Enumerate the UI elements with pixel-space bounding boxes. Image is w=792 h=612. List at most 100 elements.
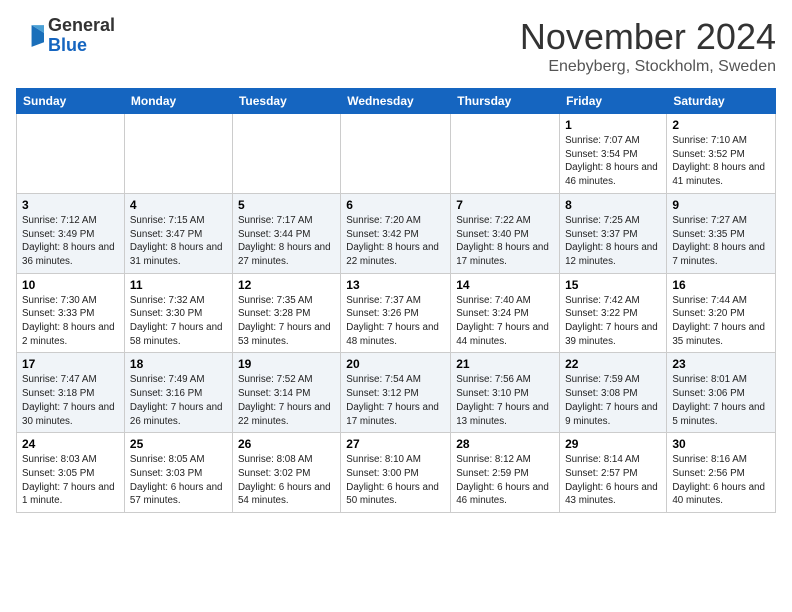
day-info: Sunrise: 7:40 AMSunset: 3:24 PMDaylight:… bbox=[456, 294, 554, 349]
table-row: 11 Sunrise: 7:32 AMSunset: 3:30 PMDayligh… bbox=[124, 273, 232, 353]
day-number: 28 bbox=[456, 437, 554, 451]
day-number: 27 bbox=[346, 437, 445, 451]
calendar-table: Sunday Monday Tuesday Wednesday Thursday… bbox=[16, 88, 776, 513]
day-info: Sunrise: 7:37 AMSunset: 3:26 PMDaylight:… bbox=[346, 294, 445, 349]
table-row: 12 Sunrise: 7:35 AMSunset: 3:28 PMDayligh… bbox=[232, 273, 340, 353]
logo: General Blue bbox=[16, 16, 115, 56]
table-row: 25 Sunrise: 8:05 AMSunset: 3:03 PMDayligh… bbox=[124, 433, 232, 513]
day-number: 15 bbox=[565, 278, 661, 292]
day-number: 30 bbox=[672, 437, 770, 451]
day-info: Sunrise: 7:52 AMSunset: 3:14 PMDaylight:… bbox=[238, 373, 335, 428]
day-number: 14 bbox=[456, 278, 554, 292]
table-row: 4Sunrise: 7:15 AMSunset: 3:47 PMDaylight… bbox=[124, 193, 232, 273]
day-number: 19 bbox=[238, 357, 335, 371]
day-number: 6 bbox=[346, 198, 445, 212]
day-number: 18 bbox=[130, 357, 227, 371]
table-row: 1Sunrise: 7:07 AMSunset: 3:54 PMDaylight… bbox=[560, 114, 667, 194]
page-header: General Blue November 2024 Enebyberg, St… bbox=[16, 16, 776, 76]
day-info: Sunrise: 8:05 AMSunset: 3:03 PMDaylight:… bbox=[130, 453, 227, 508]
weekday-wednesday: Wednesday bbox=[341, 89, 451, 114]
day-info: Sunrise: 7:49 AMSunset: 3:16 PMDaylight:… bbox=[130, 373, 227, 428]
day-info: Sunrise: 7:54 AMSunset: 3:12 PMDaylight:… bbox=[346, 373, 445, 428]
table-row: 16 Sunrise: 7:44 AMSunset: 3:20 PMDayligh… bbox=[667, 273, 776, 353]
title-block: November 2024 Enebyberg, Stockholm, Swed… bbox=[520, 16, 776, 76]
weekday-monday: Monday bbox=[124, 89, 232, 114]
table-row: 27 Sunrise: 8:10 AMSunset: 3:00 PMDayligh… bbox=[341, 433, 451, 513]
day-number: 23 bbox=[672, 357, 770, 371]
day-number: 16 bbox=[672, 278, 770, 292]
table-row: 21 Sunrise: 7:56 AMSunset: 3:10 PMDayligh… bbox=[451, 353, 560, 433]
day-number: 12 bbox=[238, 278, 335, 292]
table-row: 9 Sunrise: 7:27 AMSunset: 3:35 PMDaylight… bbox=[667, 193, 776, 273]
day-info: Sunrise: 8:12 AMSunset: 2:59 PMDaylight:… bbox=[456, 453, 554, 508]
day-info: Sunrise: 7:44 AMSunset: 3:20 PMDaylight:… bbox=[672, 294, 770, 349]
month-title: November 2024 bbox=[520, 16, 776, 58]
day-number: 10 bbox=[22, 278, 119, 292]
table-row bbox=[17, 114, 125, 194]
day-info: Sunrise: 7:22 AMSunset: 3:40 PMDaylight:… bbox=[456, 214, 554, 269]
day-number: 29 bbox=[565, 437, 661, 451]
table-row: 23 Sunrise: 8:01 AMSunset: 3:06 PMDayligh… bbox=[667, 353, 776, 433]
day-number: 9 bbox=[672, 198, 770, 212]
day-info: Sunrise: 7:07 AMSunset: 3:54 PMDaylight:… bbox=[565, 134, 661, 189]
day-number: 25 bbox=[130, 437, 227, 451]
table-row: 7 Sunrise: 7:22 AMSunset: 3:40 PMDaylight… bbox=[451, 193, 560, 273]
day-info: Sunrise: 8:10 AMSunset: 3:00 PMDaylight:… bbox=[346, 453, 445, 508]
table-row: 30Sunrise: 8:16 AMSunset: 2:56 PMDayligh… bbox=[667, 433, 776, 513]
day-number: 24 bbox=[22, 437, 119, 451]
day-number: 7 bbox=[456, 198, 554, 212]
day-number: 3 bbox=[22, 198, 119, 212]
day-number: 2 bbox=[672, 118, 770, 132]
logo-icon bbox=[16, 22, 44, 50]
day-number: 13 bbox=[346, 278, 445, 292]
table-row: 18 Sunrise: 7:49 AMSunset: 3:16 PMDayligh… bbox=[124, 353, 232, 433]
table-row: 28 Sunrise: 8:12 AMSunset: 2:59 PMDayligh… bbox=[451, 433, 560, 513]
weekday-friday: Friday bbox=[560, 89, 667, 114]
day-info: Sunrise: 7:47 AMSunset: 3:18 PMDaylight:… bbox=[22, 373, 119, 428]
table-row bbox=[124, 114, 232, 194]
table-row: 26 Sunrise: 8:08 AMSunset: 3:02 PMDayligh… bbox=[232, 433, 340, 513]
table-row: 29 Sunrise: 8:14 AMSunset: 2:57 PMDayligh… bbox=[560, 433, 667, 513]
table-row bbox=[451, 114, 560, 194]
day-info: Sunrise: 7:42 AMSunset: 3:22 PMDaylight:… bbox=[565, 294, 661, 349]
day-info: Sunrise: 7:17 AMSunset: 3:44 PMDaylight:… bbox=[238, 214, 335, 269]
calendar-body: 1Sunrise: 7:07 AMSunset: 3:54 PMDaylight… bbox=[17, 114, 776, 513]
day-number: 20 bbox=[346, 357, 445, 371]
logo-general: General bbox=[48, 15, 115, 35]
table-row: 19 Sunrise: 7:52 AMSunset: 3:14 PMDayligh… bbox=[232, 353, 340, 433]
table-row: 22 Sunrise: 7:59 AMSunset: 3:08 PMDayligh… bbox=[560, 353, 667, 433]
day-info: Sunrise: 7:27 AMSunset: 3:35 PMDaylight:… bbox=[672, 214, 770, 269]
day-info: Sunrise: 7:32 AMSunset: 3:30 PMDaylight:… bbox=[130, 294, 227, 349]
table-row: 24 Sunrise: 8:03 AMSunset: 3:05 PMDayligh… bbox=[17, 433, 125, 513]
day-number: 5 bbox=[238, 198, 335, 212]
calendar-header: Sunday Monday Tuesday Wednesday Thursday… bbox=[17, 89, 776, 114]
day-info: Sunrise: 8:08 AMSunset: 3:02 PMDaylight:… bbox=[238, 453, 335, 508]
day-number: 8 bbox=[565, 198, 661, 212]
table-row: 17Sunrise: 7:47 AMSunset: 3:18 PMDayligh… bbox=[17, 353, 125, 433]
day-number: 22 bbox=[565, 357, 661, 371]
day-info: Sunrise: 7:20 AMSunset: 3:42 PMDaylight:… bbox=[346, 214, 445, 269]
weekday-thursday: Thursday bbox=[451, 89, 560, 114]
table-row bbox=[341, 114, 451, 194]
day-number: 11 bbox=[130, 278, 227, 292]
day-info: Sunrise: 8:03 AMSunset: 3:05 PMDaylight:… bbox=[22, 453, 119, 508]
table-row bbox=[232, 114, 340, 194]
day-info: Sunrise: 7:59 AMSunset: 3:08 PMDaylight:… bbox=[565, 373, 661, 428]
day-number: 26 bbox=[238, 437, 335, 451]
logo-text: General Blue bbox=[48, 16, 115, 56]
table-row: 8Sunrise: 7:25 AMSunset: 3:37 PMDaylight… bbox=[560, 193, 667, 273]
day-info: Sunrise: 7:12 AMSunset: 3:49 PMDaylight:… bbox=[22, 214, 119, 269]
day-info: Sunrise: 7:35 AMSunset: 3:28 PMDaylight:… bbox=[238, 294, 335, 349]
day-info: Sunrise: 7:30 AMSunset: 3:33 PMDaylight:… bbox=[22, 294, 119, 349]
day-info: Sunrise: 8:01 AMSunset: 3:06 PMDaylight:… bbox=[672, 373, 770, 428]
day-info: Sunrise: 7:15 AMSunset: 3:47 PMDaylight:… bbox=[130, 214, 227, 269]
day-number: 21 bbox=[456, 357, 554, 371]
table-row: 14 Sunrise: 7:40 AMSunset: 3:24 PMDayligh… bbox=[451, 273, 560, 353]
table-row: 10 Sunrise: 7:30 AMSunset: 3:33 PMDayligh… bbox=[17, 273, 125, 353]
table-row: 15 Sunrise: 7:42 AMSunset: 3:22 PMDayligh… bbox=[560, 273, 667, 353]
table-row: 20 Sunrise: 7:54 AMSunset: 3:12 PMDayligh… bbox=[341, 353, 451, 433]
day-info: Sunrise: 7:56 AMSunset: 3:10 PMDaylight:… bbox=[456, 373, 554, 428]
day-info: Sunrise: 8:14 AMSunset: 2:57 PMDaylight:… bbox=[565, 453, 661, 508]
weekday-sunday: Sunday bbox=[17, 89, 125, 114]
weekday-tuesday: Tuesday bbox=[232, 89, 340, 114]
